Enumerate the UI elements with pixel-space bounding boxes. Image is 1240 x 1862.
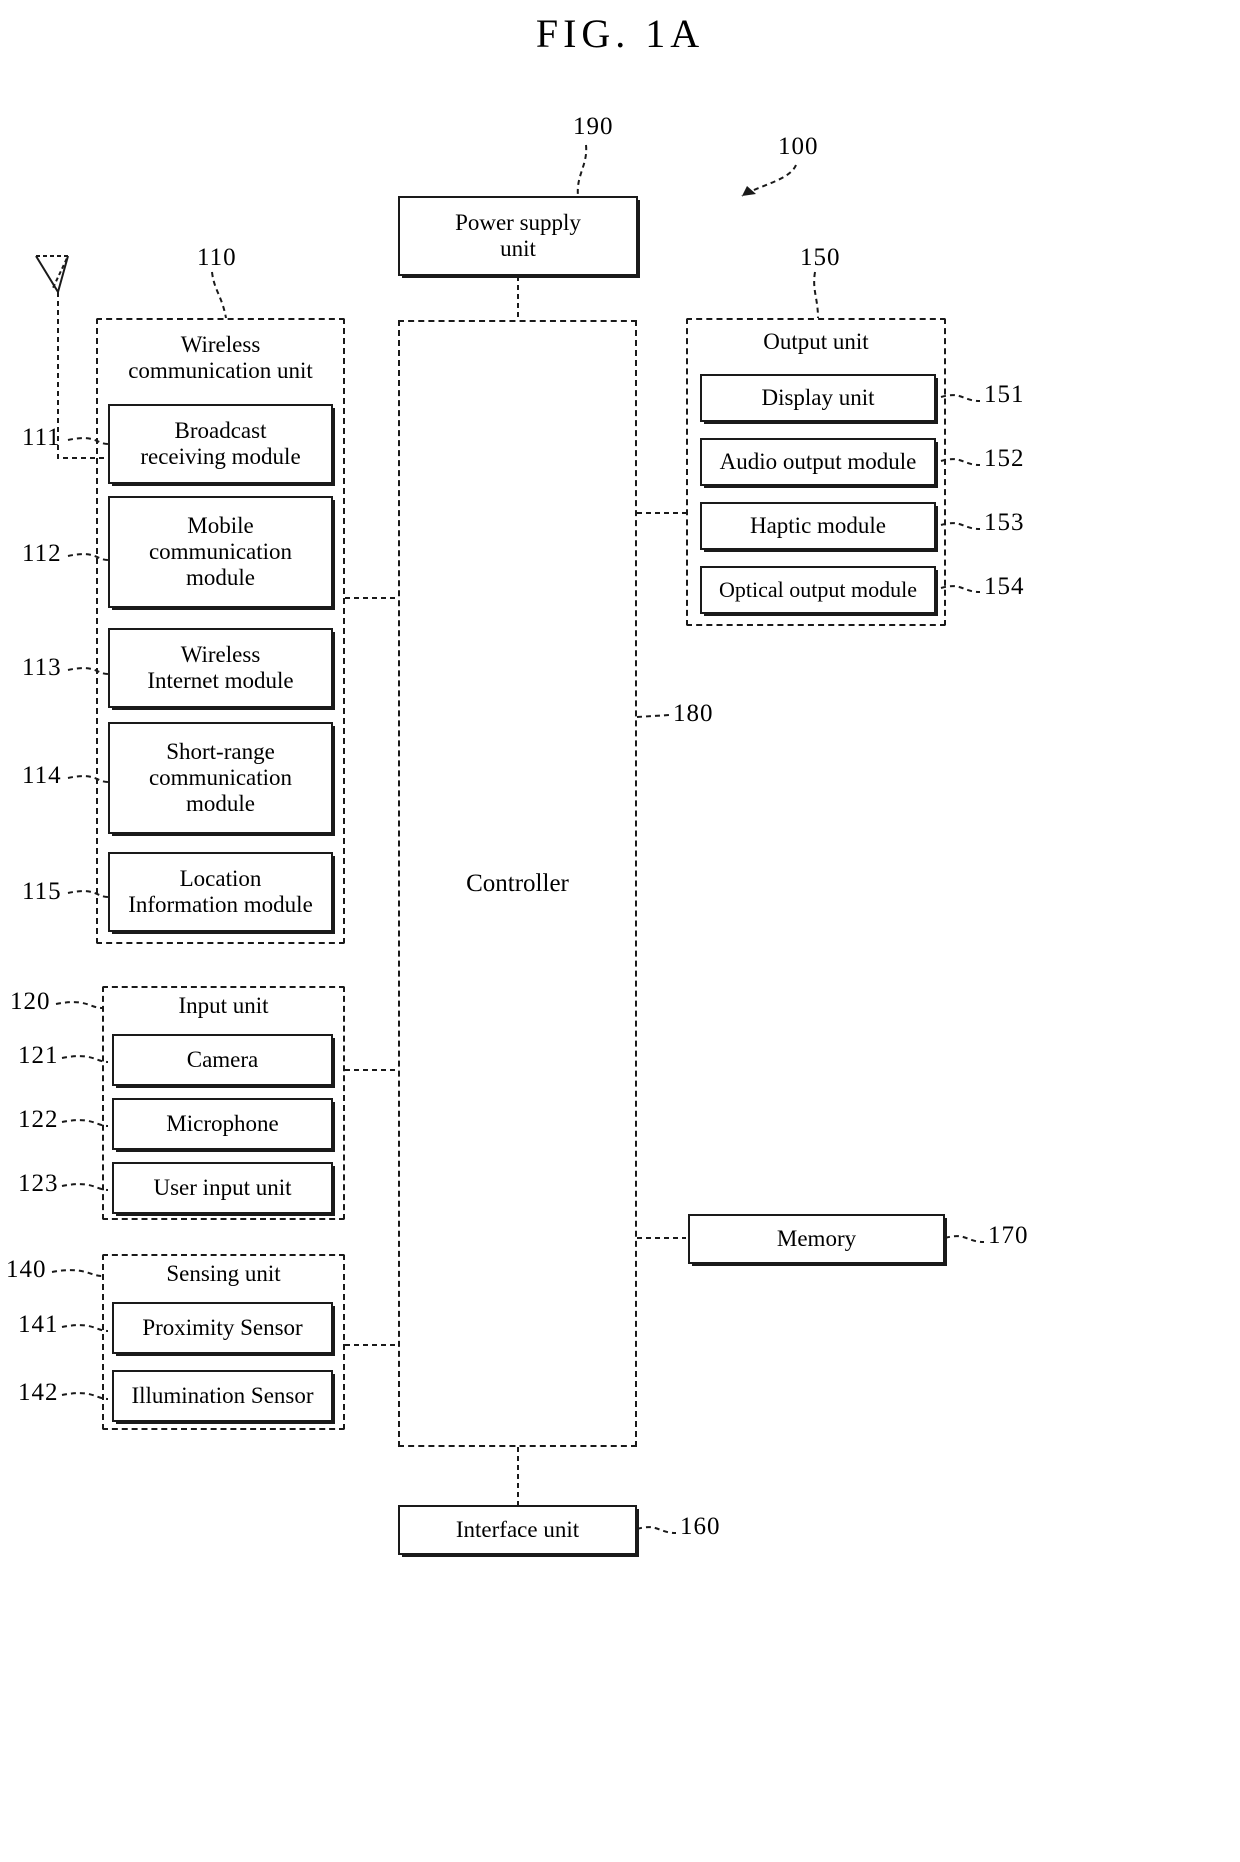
audio-output-module-label: Audio output module — [719, 449, 917, 475]
ref-122: 122 — [18, 1106, 59, 1133]
user-input-unit-label: User input unit — [153, 1175, 292, 1201]
display-unit-box[interactable]: Display unit — [700, 374, 936, 422]
microphone-label: Microphone — [166, 1111, 279, 1137]
ref-141: 141 — [18, 1311, 59, 1338]
proximity-sensor-box[interactable]: Proximity Sensor — [112, 1302, 333, 1354]
mobile-communication-module-label: Mobile communication module — [148, 513, 293, 590]
ref-113: 113 — [22, 654, 62, 681]
ref-142: 142 — [18, 1379, 59, 1406]
ref-121: 121 — [18, 1042, 59, 1069]
ref-110: 110 — [197, 244, 237, 271]
ref-170: 170 — [988, 1222, 1029, 1249]
broadcast-receiving-module-label: Broadcast receiving module — [140, 418, 301, 469]
location-information-module-label: Location Information module — [128, 866, 313, 917]
patent-figure-1a: FIG. 1A Power supply unit 190 100 Contro… — [0, 0, 1240, 1862]
controller-box[interactable]: Controller — [398, 320, 637, 1447]
ref-111: 111 — [22, 424, 61, 451]
ref-115: 115 — [22, 878, 62, 905]
microphone-box[interactable]: Microphone — [112, 1098, 333, 1150]
illumination-sensor-box[interactable]: Illumination Sensor — [112, 1370, 333, 1422]
controller-label: Controller — [466, 869, 569, 897]
sensing-unit-title: Sensing unit — [166, 1261, 281, 1286]
ref-123: 123 — [18, 1170, 59, 1197]
ref-151: 151 — [984, 381, 1025, 408]
memory-label: Memory — [776, 1226, 857, 1252]
wireless-internet-module-label: Wireless Internet module — [147, 642, 294, 693]
ref-160: 160 — [680, 1513, 721, 1540]
display-unit-label: Display unit — [761, 385, 875, 411]
ref-140: 140 — [6, 1256, 47, 1283]
broadcast-receiving-module-box[interactable]: Broadcast receiving module — [108, 404, 333, 484]
ref-180: 180 — [673, 700, 714, 727]
short-range-communication-module-label: Short-range communication module — [148, 739, 293, 816]
interface-unit-label: Interface unit — [455, 1517, 580, 1543]
haptic-module-box[interactable]: Haptic module — [700, 502, 936, 550]
wireless-communication-unit-title: Wireless communication unit — [128, 332, 313, 383]
ref-120: 120 — [10, 988, 51, 1015]
memory-box[interactable]: Memory — [688, 1214, 945, 1264]
ref-154: 154 — [984, 573, 1025, 600]
output-unit-title: Output unit — [763, 329, 869, 354]
optical-output-module-box[interactable]: Optical output module — [700, 566, 936, 614]
ref-100: 100 — [778, 133, 819, 160]
ref-150: 150 — [800, 244, 841, 271]
audio-output-module-box[interactable]: Audio output module — [700, 438, 936, 486]
optical-output-module-label: Optical output module — [719, 576, 917, 602]
camera-box[interactable]: Camera — [112, 1034, 333, 1086]
haptic-module-label: Haptic module — [749, 513, 887, 539]
power-supply-unit-box[interactable]: Power supply unit — [398, 196, 638, 276]
camera-label: Camera — [186, 1047, 259, 1073]
user-input-unit-box[interactable]: User input unit — [112, 1162, 333, 1214]
ref-112: 112 — [22, 540, 62, 567]
figure-title: FIG. 1A — [535, 11, 705, 56]
illumination-sensor-label: Illumination Sensor — [131, 1383, 314, 1409]
wireless-internet-module-box[interactable]: Wireless Internet module — [108, 628, 333, 708]
ref-190: 190 — [573, 113, 614, 140]
interface-unit-box[interactable]: Interface unit — [398, 1505, 637, 1555]
proximity-sensor-label: Proximity Sensor — [142, 1315, 303, 1341]
ref-153: 153 — [984, 509, 1025, 536]
ref-114: 114 — [22, 762, 62, 789]
short-range-communication-module-box[interactable]: Short-range communication module — [108, 722, 333, 834]
location-information-module-box[interactable]: Location Information module — [108, 852, 333, 932]
mobile-communication-module-box[interactable]: Mobile communication module — [108, 496, 333, 608]
input-unit-title: Input unit — [178, 993, 269, 1018]
ref-152: 152 — [984, 445, 1025, 472]
power-supply-unit-label: Power supply unit — [455, 210, 581, 261]
